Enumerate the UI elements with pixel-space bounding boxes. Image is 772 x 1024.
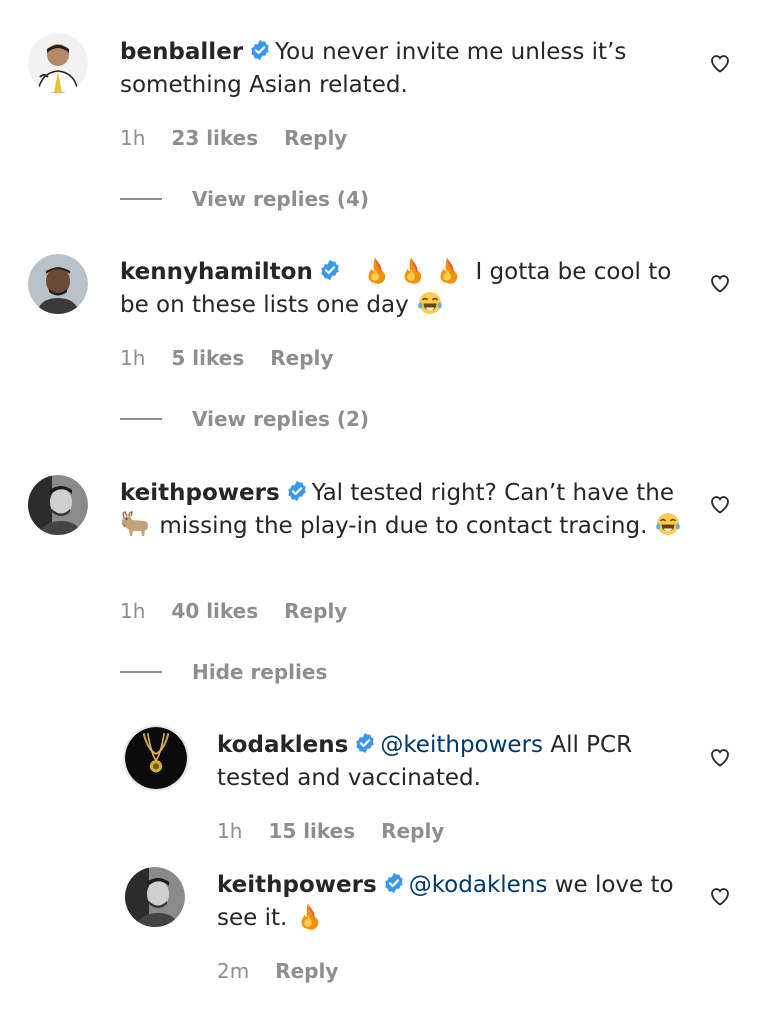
tears-of-joy-emoji bbox=[417, 289, 443, 317]
reply-button[interactable]: Reply bbox=[381, 819, 444, 843]
hide-replies-button[interactable]: Hide replies bbox=[120, 660, 327, 684]
view-replies-button[interactable]: View replies (2) bbox=[120, 407, 369, 431]
timestamp: 2m bbox=[217, 959, 250, 983]
verified-badge-icon bbox=[286, 480, 308, 502]
comment-body-keithpowers: keithpowers Yal tested right? Can’t have … bbox=[120, 477, 695, 543]
comment-body-kennyhamilton: kennyhamilton I gotta be cool to be on t… bbox=[120, 256, 680, 322]
divider-line bbox=[120, 198, 162, 200]
username-keithpowers[interactable]: keithpowers bbox=[120, 480, 280, 506]
username-kodaklens[interactable]: kodaklens bbox=[217, 732, 348, 758]
comment-meta: 1h 40 likes Reply bbox=[120, 599, 347, 623]
reply-meta: 2m Reply bbox=[217, 959, 338, 983]
fire-emoji bbox=[295, 902, 321, 930]
comment-text-part1: Yal tested right? Can’t have the bbox=[311, 480, 675, 506]
avatar-benballer[interactable] bbox=[28, 33, 88, 93]
verified-badge-icon bbox=[354, 732, 376, 754]
timestamp: 1h bbox=[120, 126, 146, 150]
like-count[interactable]: 15 likes bbox=[268, 819, 355, 843]
avatar-kodaklens[interactable] bbox=[123, 725, 189, 791]
reply-body-keithpowers: keithpowers @kodaklens we love to see it. bbox=[217, 869, 687, 935]
heart-outline-icon[interactable] bbox=[708, 492, 732, 516]
heart-outline-icon[interactable] bbox=[708, 271, 732, 295]
goat-emoji bbox=[120, 510, 150, 538]
fire-emoji bbox=[362, 256, 388, 284]
view-replies-button[interactable]: View replies (4) bbox=[120, 187, 369, 211]
timestamp: 1h bbox=[120, 346, 146, 370]
hide-replies-label[interactable]: Hide replies bbox=[192, 660, 327, 684]
comment-body-benballer: benballer You never invite me unless it’s… bbox=[120, 36, 680, 102]
verified-badge-icon bbox=[383, 872, 405, 894]
avatar-kennyhamilton[interactable] bbox=[28, 254, 88, 314]
like-count[interactable]: 5 likes bbox=[171, 346, 244, 370]
view-replies-label[interactable]: View replies (4) bbox=[192, 187, 369, 211]
timestamp: 1h bbox=[120, 599, 146, 623]
heart-outline-icon[interactable] bbox=[708, 745, 732, 769]
divider-line bbox=[120, 418, 162, 420]
username-keithpowers[interactable]: keithpowers bbox=[217, 872, 377, 898]
mention-link[interactable]: @kodaklens bbox=[409, 872, 548, 898]
verified-badge-icon bbox=[319, 259, 341, 281]
username-kennyhamilton[interactable]: kennyhamilton bbox=[120, 259, 313, 285]
reply-button[interactable]: Reply bbox=[284, 126, 347, 150]
reply-button[interactable]: Reply bbox=[270, 346, 333, 370]
like-count[interactable]: 23 likes bbox=[171, 126, 258, 150]
reply-body-kodaklens: kodaklens @keithpowers All PCR tested and… bbox=[217, 729, 687, 795]
fire-emoji bbox=[434, 256, 460, 284]
like-count[interactable]: 40 likes bbox=[171, 599, 258, 623]
divider-line bbox=[120, 671, 162, 673]
comment-meta: 1h 5 likes Reply bbox=[120, 346, 333, 370]
avatar-keithpowers[interactable] bbox=[125, 867, 185, 927]
comment-meta: 1h 23 likes Reply bbox=[120, 126, 347, 150]
reply-meta: 1h 15 likes Reply bbox=[217, 819, 444, 843]
heart-outline-icon[interactable] bbox=[708, 51, 732, 75]
tears-of-joy-emoji bbox=[655, 510, 681, 538]
reply-button[interactable]: Reply bbox=[275, 959, 338, 983]
avatar-keithpowers[interactable] bbox=[28, 475, 88, 535]
verified-badge-icon bbox=[249, 39, 271, 61]
view-replies-label[interactable]: View replies (2) bbox=[192, 407, 369, 431]
fire-emoji bbox=[398, 256, 424, 284]
timestamp: 1h bbox=[217, 819, 243, 843]
comment-text-part2: missing the play-in due to contact traci… bbox=[159, 513, 648, 539]
heart-outline-icon[interactable] bbox=[708, 884, 732, 908]
mention-link[interactable]: @keithpowers bbox=[380, 732, 543, 758]
reply-button[interactable]: Reply bbox=[284, 599, 347, 623]
username-benballer[interactable]: benballer bbox=[120, 39, 243, 65]
comments-thread: benballer You never invite me unless it’s… bbox=[0, 0, 772, 1024]
